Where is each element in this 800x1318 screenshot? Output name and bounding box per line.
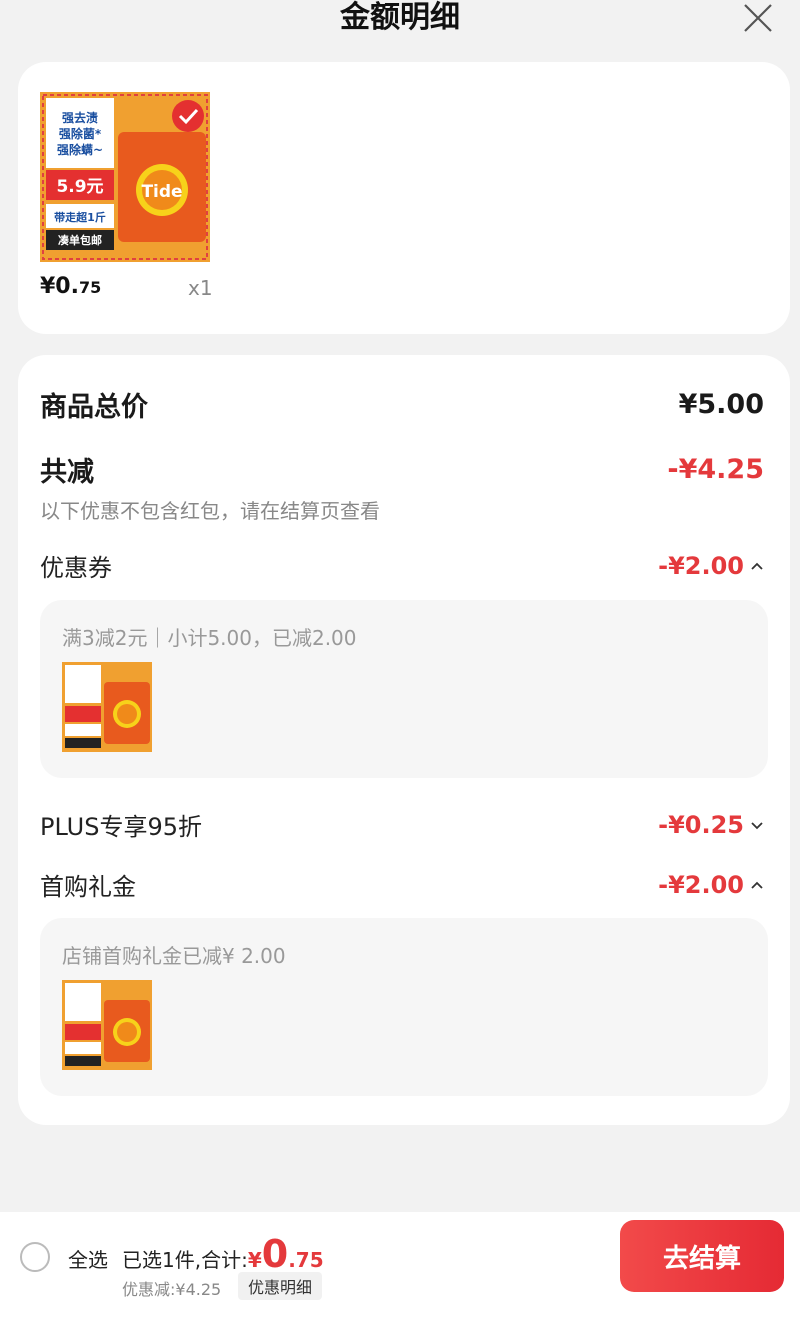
product-thumbnail[interactable]: 强去渍 强除菌* 强除螨~ 5.9元 带走超1斤 凑单包邮 Tide — [40, 92, 210, 262]
select-all-radio[interactable] — [20, 1242, 50, 1272]
thumb-brand: Tide — [141, 182, 182, 202]
reduce-label: 共减 — [40, 457, 94, 488]
discount-note: 以下优惠不包含红包，请在结算页查看 — [40, 499, 380, 523]
plus-label: PLUS专享95折 — [40, 813, 202, 841]
first-purchase-detail-text: 店铺首购礼金已减¥ 2.00 — [62, 944, 286, 968]
price-cents: 75 — [78, 278, 102, 297]
coupon-value-wrap: -¥2.00 — [658, 552, 764, 580]
close-icon[interactable] — [742, 2, 774, 34]
total-label: 商品总价 — [40, 392, 148, 423]
total-amount: ¥0.75 — [247, 1232, 324, 1276]
total-row: 商品总价 ¥5.00 — [40, 385, 764, 424]
chevron-down-icon[interactable] — [750, 818, 764, 832]
thumb-pack: 带走超1斤 — [54, 210, 106, 224]
thumb-ship: 凑单包邮 — [58, 233, 102, 247]
discount-detail-button[interactable]: 优惠明细 — [238, 1272, 323, 1300]
first-purchase-detail-box: 店铺首购礼金已减¥ 2.00 — [40, 918, 768, 1096]
plus-row[interactable]: PLUS专享95折 -¥0.25 — [40, 807, 764, 842]
coupon-label: 优惠券 — [40, 554, 112, 582]
select-all-label[interactable]: 全选 — [68, 1244, 108, 1273]
reduce-value: -¥4.25 — [667, 454, 764, 485]
first-purchase-value: -¥2.00 — [658, 870, 744, 899]
coupon-detail-text: 满3减2元｜小计5.00，已减2.00 — [62, 626, 357, 650]
thumb-text-2: 强除菌* — [59, 126, 102, 141]
amount-detail-card: 商品总价 ¥5.00 共减 -¥4.25 以下优惠不包含红包，请在结算页查看 优… — [18, 355, 790, 1125]
chevron-up-icon[interactable] — [750, 559, 764, 573]
first-purchase-value-wrap: -¥2.00 — [658, 871, 764, 899]
amount-yen: ¥ — [247, 1248, 262, 1272]
coupon-detail-box: 满3减2元｜小计5.00，已减2.00 — [40, 600, 768, 778]
selection-summary: 已选1件,合计:¥0.75 — [122, 1232, 324, 1276]
first-purchase-product-thumbnail — [62, 980, 152, 1070]
coupon-row[interactable]: 优惠券 -¥2.00 — [40, 548, 764, 583]
page-title: 金额明细 — [340, 0, 460, 35]
header: 金额明细 — [0, 0, 800, 40]
total-value: ¥5.00 — [678, 389, 764, 420]
thumb-promo: 5.9元 — [56, 177, 103, 197]
product-quantity: x1 — [188, 276, 213, 300]
coupon-product-thumbnail — [62, 662, 152, 752]
plus-value-wrap: -¥0.25 — [658, 811, 764, 839]
first-purchase-row[interactable]: 首购礼金 -¥2.00 — [40, 867, 764, 902]
first-purchase-label: 首购礼金 — [40, 873, 136, 901]
discount-amount-line: 优惠减:¥4.25 — [122, 1280, 222, 1299]
summary-prefix: 已选1件,合计: — [122, 1248, 248, 1272]
thumb-text-3: 强除螨~ — [57, 142, 103, 157]
thumb-text-1: 强去渍 — [62, 110, 98, 125]
checkout-button[interactable]: 去结算 — [620, 1220, 784, 1292]
coupon-value: -¥2.00 — [658, 551, 744, 580]
amount-cents: .75 — [288, 1248, 324, 1272]
checkout-bar: 全选 已选1件,合计:¥0.75 优惠减:¥4.25 优惠明细 去结算 — [0, 1212, 800, 1318]
product-price: ¥0.75 — [40, 274, 101, 299]
price-main: ¥0. — [40, 274, 79, 299]
plus-value: -¥0.25 — [658, 810, 744, 839]
amount-main: 0 — [261, 1232, 289, 1276]
product-card: 强去渍 强除菌* 强除螨~ 5.9元 带走超1斤 凑单包邮 Tide ¥0.75… — [18, 62, 790, 334]
reduce-row: 共减 -¥4.25 — [40, 450, 764, 489]
chevron-up-icon[interactable] — [750, 878, 764, 892]
